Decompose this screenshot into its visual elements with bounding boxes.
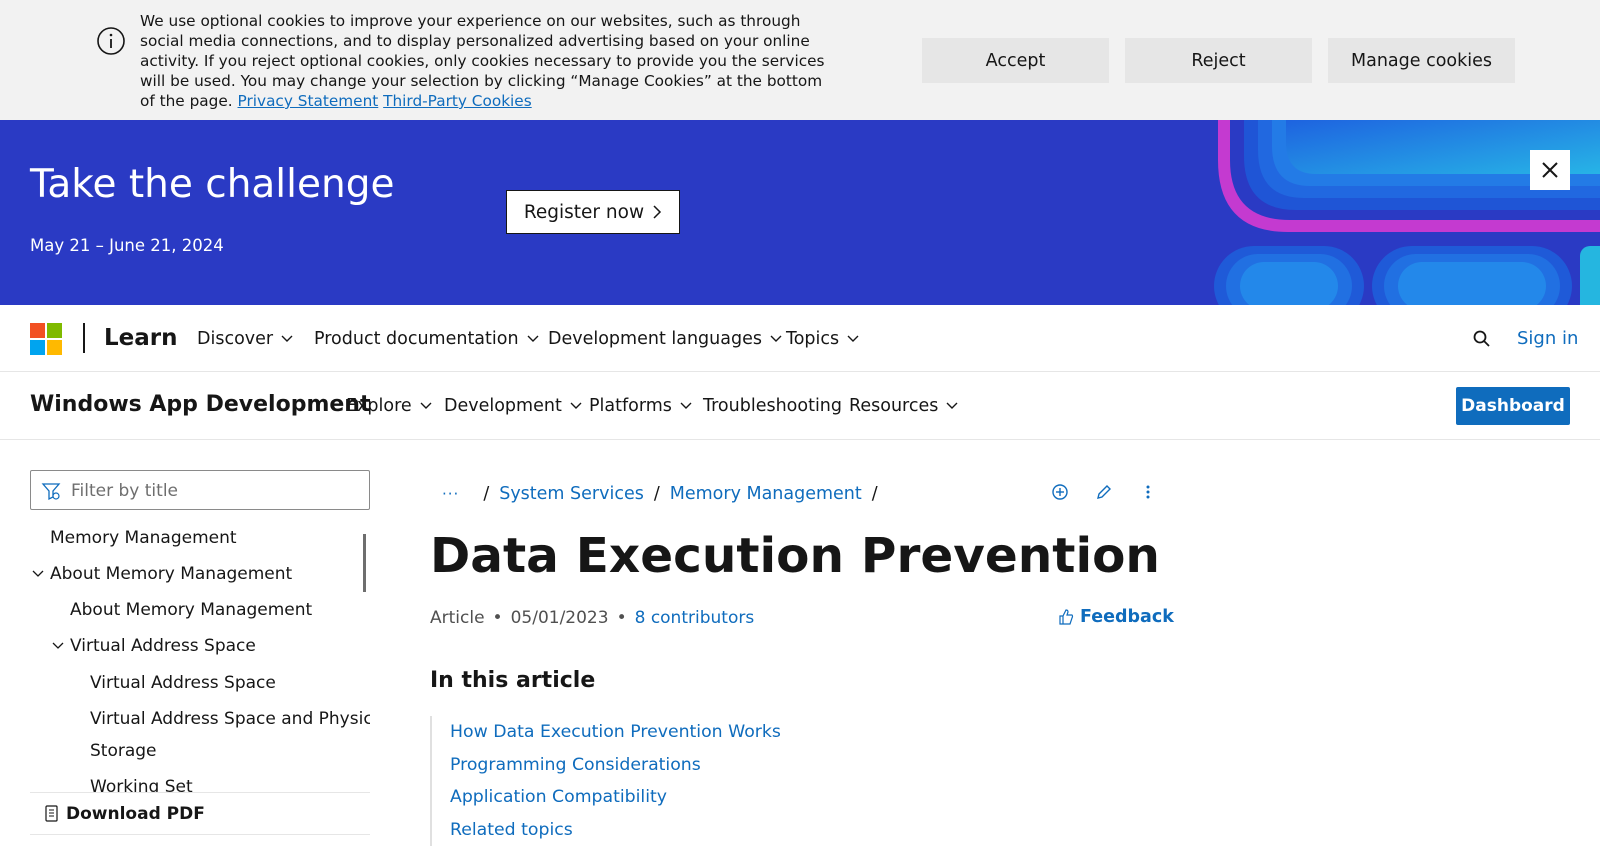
search-icon[interactable] [1472,329,1492,349]
product-title[interactable]: Windows App Development [30,392,370,417]
breadcrumb-system-services[interactable]: System Services [499,484,644,504]
filter-by-title-input[interactable] [71,479,361,503]
nav-discover-label: Discover [197,329,274,349]
page-title: Data Execution Prevention [430,528,1160,584]
toc-item-about-memory-management[interactable]: About Memory Management [70,594,312,626]
privacy-statement-link[interactable]: Privacy Statement [238,92,379,110]
accept-button[interactable]: Accept [922,38,1109,83]
close-icon [1542,162,1558,178]
chevron-down-icon [680,402,692,409]
nav-troubleshooting[interactable]: Troubleshooting [703,396,842,416]
toc-scrollbar[interactable] [363,534,366,592]
chevron-down-icon[interactable] [52,640,64,652]
meta-separator: • [616,608,627,628]
toc-item-memory-management[interactable]: Memory Management [50,522,237,554]
register-now-button[interactable]: Register now [506,190,680,234]
banner-decoration [1214,120,1600,305]
feedback-button[interactable]: Feedback [1058,607,1174,627]
section-link-programming-considerations[interactable]: Programming Considerations [432,749,830,782]
nav-topics[interactable]: Topics [786,329,859,349]
download-pdf-button[interactable]: Download PDF [30,792,370,835]
chevron-right-icon [653,205,662,219]
chevron-down-icon [527,335,539,342]
banner-dates: May 21 – June 21, 2024 [30,236,224,255]
third-party-cookies-link[interactable]: Third-Party Cookies [383,92,532,110]
breadcrumb-separator: / [483,484,490,504]
toc-item-vas-physical-storage[interactable]: Virtual Address Space and Physical [90,703,370,735]
toc-item-working-set[interactable]: Working Set [90,771,193,792]
breadcrumb-separator: / [653,484,660,504]
dashboard-button[interactable]: Dashboard [1456,387,1570,425]
nav-devlang-label: Development languages [548,329,762,349]
nav-platforms[interactable]: Platforms [589,396,692,416]
toc-item-vas-physical-storage-cont[interactable]: Storage [90,735,157,767]
close-banner-button[interactable] [1530,150,1570,190]
chevron-down-icon [570,402,582,409]
section-link-application-compatibility[interactable]: Application Compatibility [432,781,830,814]
microsoft-logo[interactable] [30,323,62,355]
global-header: Learn Discover Product documentation Dev… [0,305,1600,372]
pdf-document-icon [45,804,58,822]
manage-cookies-button[interactable]: Manage cookies [1328,38,1515,83]
add-collection-icon[interactable] [1050,482,1070,502]
chevron-down-icon [281,335,293,342]
product-header: Windows App Development Explore Developm… [0,372,1600,440]
chevron-down-icon[interactable] [32,568,44,580]
in-this-article-nav: How Data Execution Prevention Works Prog… [430,716,830,846]
section-link-related-topics[interactable]: Related topics [432,814,830,847]
chevron-down-icon [770,335,782,342]
chevron-down-icon [847,335,859,342]
challenge-banner: Take the challenge May 21 – June 21, 202… [0,120,1600,305]
logo-divider [83,323,85,353]
reject-button[interactable]: Reject [1125,38,1312,83]
in-this-article-heading: In this article [430,668,596,693]
nav-explore-label: Explore [346,396,412,416]
breadcrumb-more-button[interactable]: ··· [442,485,459,503]
nav-resources-label: Resources [849,396,939,416]
nav-development[interactable]: Development [444,396,582,416]
article-meta: Article • 05/01/2023 • 8 contributors [430,608,754,628]
thumbs-up-icon [1059,609,1074,625]
filter-box [30,470,370,510]
feedback-label: Feedback [1080,607,1174,627]
nav-development-languages[interactable]: Development languages [548,329,782,349]
filter-icon [41,483,61,501]
nav-topics-label: Topics [786,329,840,349]
nav-resources[interactable]: Resources [849,396,958,416]
sign-in-link[interactable]: Sign in [1517,328,1578,349]
toc-item-virtual-address-space[interactable]: Virtual Address Space [90,667,276,699]
cookie-banner: We use optional cookies to improve your … [0,0,1600,120]
article-date: 05/01/2023 [510,608,609,628]
meta-separator: • [492,608,503,628]
nav-explore[interactable]: Explore [346,396,432,416]
nav-product-documentation[interactable]: Product documentation [314,329,539,349]
banner-title: Take the challenge [30,162,395,207]
breadcrumb-memory-management[interactable]: Memory Management [670,484,862,504]
chevron-down-icon [420,402,432,409]
nav-platforms-label: Platforms [589,396,672,416]
download-pdf-label: Download PDF [66,803,205,824]
breadcrumb-separator: / [871,484,878,504]
nav-troubleshooting-label: Troubleshooting [703,396,843,416]
nav-product-label: Product documentation [314,329,519,349]
table-of-contents: Memory Management About Memory Managemen… [30,522,370,792]
toc-item-about-memory-management-group[interactable]: About Memory Management [50,558,292,590]
section-link-how-dep-works[interactable]: How Data Execution Prevention Works [432,716,830,749]
more-options-icon[interactable] [1138,482,1158,502]
cookie-message: We use optional cookies to improve your … [140,11,840,111]
info-icon [97,27,125,55]
edit-pencil-icon[interactable] [1094,482,1114,502]
chevron-down-icon [946,402,958,409]
register-now-label: Register now [523,201,645,223]
breadcrumb: ··· / System Services / Memory Managemen… [430,483,888,505]
nav-development-label: Development [444,396,562,416]
article-type: Article [430,608,485,628]
toc-item-virtual-address-space-group[interactable]: Virtual Address Space [70,630,256,662]
learn-home-link[interactable]: Learn [104,325,178,351]
nav-discover[interactable]: Discover [197,329,293,349]
contributors-link[interactable]: 8 contributors [635,608,755,628]
